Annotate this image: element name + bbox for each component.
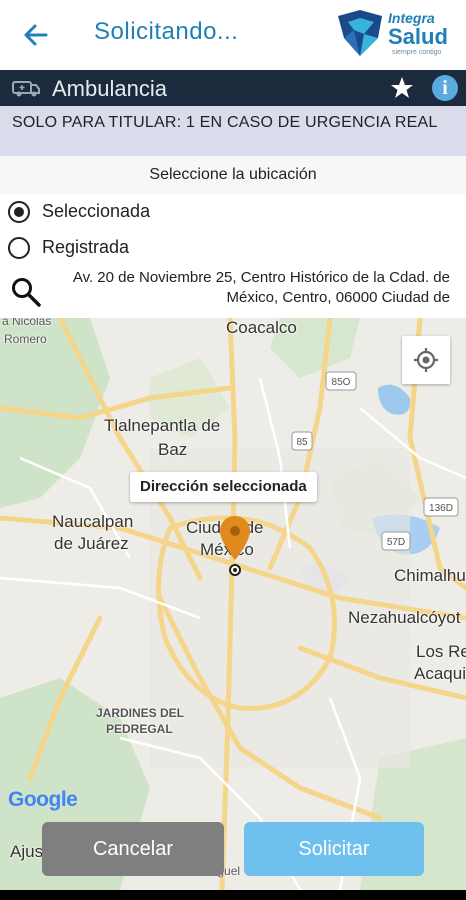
map-label-chimalhu: Chimalhu: [394, 566, 466, 585]
google-logo: Google: [8, 788, 78, 812]
map-label-acaqui: Acaqui: [414, 664, 466, 683]
crosshair-icon: [414, 348, 438, 372]
shield-57d: 57D: [387, 537, 405, 548]
radio-button-selected[interactable]: [8, 201, 30, 223]
service-header: Ambulancia i: [0, 70, 466, 106]
star-icon[interactable]: [390, 76, 414, 100]
submit-button[interactable]: Solicitar: [244, 822, 424, 876]
radio-button-unselected[interactable]: [8, 237, 30, 259]
address-text[interactable]: Av. 20 de Noviembre 25, Centro Histórico…: [70, 268, 450, 308]
address-search-row: Av. 20 de Noviembre 25, Centro Histórico…: [0, 266, 466, 318]
map-label-baz: Baz: [158, 440, 188, 459]
location-section-title: Seleccione la ubicación: [0, 156, 466, 194]
selected-address-tooltip: Dirección seleccionada: [130, 472, 317, 502]
my-location-button[interactable]: [402, 336, 450, 384]
map-label-tlalnepantla: Tlalnepantla de: [104, 416, 221, 435]
radio-label: Seleccionada: [42, 201, 151, 221]
shield-85o: 85O: [332, 377, 351, 388]
cancel-button[interactable]: Cancelar: [42, 822, 224, 876]
map-label-romero: Romero: [4, 332, 47, 346]
system-nav-strip: [0, 890, 466, 900]
map-label-ajus: Ajus: [10, 842, 44, 861]
map-label-jardines: JARDINES DEL: [96, 706, 185, 720]
back-arrow-icon[interactable]: [18, 18, 54, 52]
app-bar: Solicitando... Integra Salud siempre con…: [0, 0, 466, 70]
ambulance-icon: [12, 78, 40, 98]
map-label-naucalpan: Naucalpan: [52, 512, 134, 531]
search-icon[interactable]: [10, 276, 42, 308]
map-label-coacalco: Coacalco: [226, 318, 297, 337]
map-label-pedregal: PEDREGAL: [106, 722, 173, 736]
google-logo-text: Google: [8, 788, 78, 811]
integra-salud-logo: Integra Salud siempre contigo: [334, 8, 456, 60]
radio-label: Registrada: [42, 237, 130, 257]
map-label-neza: Nezahualcóyot: [348, 608, 461, 627]
shield-136d: 136D: [429, 503, 453, 514]
map-label-de-juarez: de Juárez: [54, 534, 129, 553]
map-label-los-re: Los Re: [416, 642, 466, 661]
shield-85: 85: [296, 437, 308, 448]
info-icon[interactable]: i: [432, 75, 458, 101]
map-pin-icon[interactable]: [218, 514, 252, 580]
notice-text: SOLO PARA TITULAR: 1 EN CASO DE URGENCIA…: [12, 114, 438, 131]
service-title: Ambulancia: [52, 76, 167, 101]
map-view[interactable]: 85O 85 136D 57D a Nicolás Romero Coacalc…: [0, 318, 466, 890]
map-label-nicolas: a Nicolás: [2, 318, 52, 328]
notice-banner: SOLO PARA TITULAR: 1 EN CASO DE URGENCIA…: [0, 106, 466, 156]
page-title: Solicitando...: [94, 18, 239, 45]
